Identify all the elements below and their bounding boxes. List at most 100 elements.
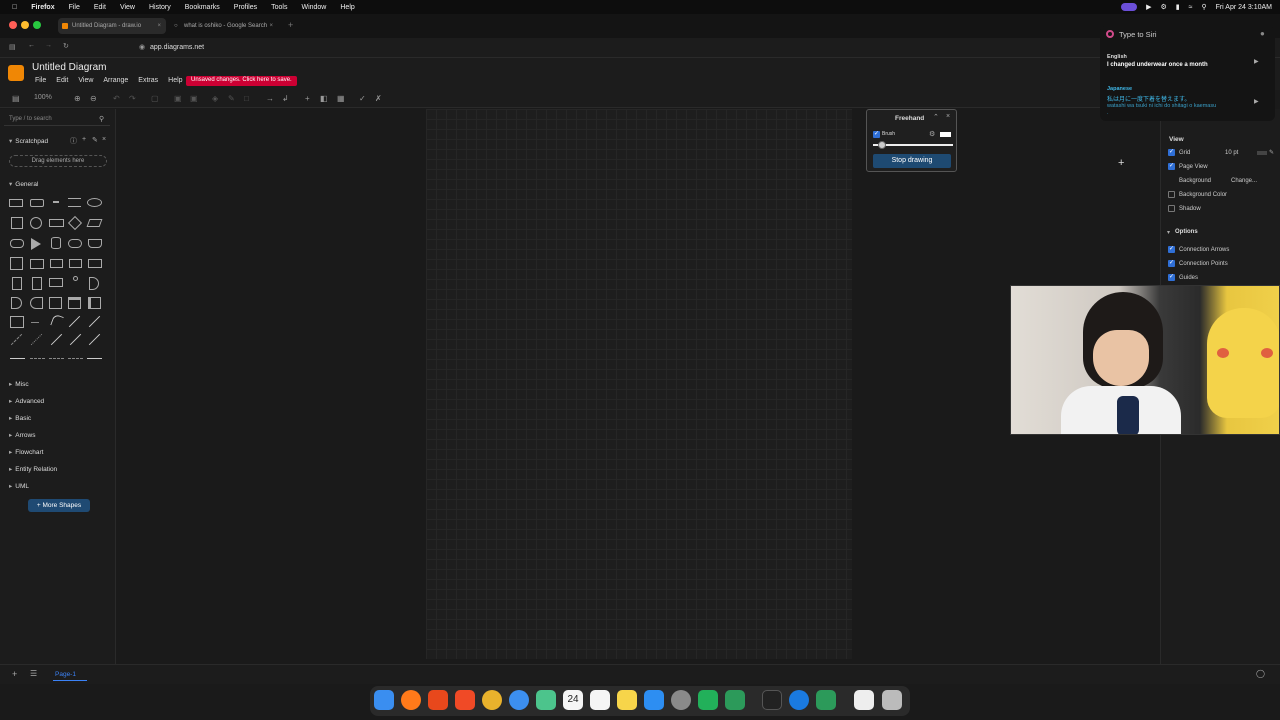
grid-color-swatch[interactable] bbox=[1257, 151, 1267, 155]
grid-size-input[interactable]: 10 pt bbox=[1225, 150, 1238, 156]
menu-view[interactable]: View bbox=[78, 77, 93, 84]
reload-icon[interactable]: ↻ bbox=[63, 42, 69, 50]
sidebar-section-advanced[interactable]: ▸ Advanced bbox=[9, 397, 44, 405]
calendar-icon[interactable]: 24 bbox=[563, 690, 583, 710]
play-icon[interactable]: ▶ bbox=[1254, 98, 1259, 105]
shapes-icon[interactable]: ◧ bbox=[320, 94, 328, 103]
table-icon[interactable]: ▦ bbox=[337, 94, 345, 103]
siri-input[interactable]: Type to Siri bbox=[1119, 30, 1157, 39]
callout-shape[interactable] bbox=[49, 278, 63, 287]
container-shape[interactable] bbox=[49, 297, 62, 309]
ios-app-icon[interactable] bbox=[428, 690, 448, 710]
textbox-shape[interactable] bbox=[68, 198, 81, 207]
dotted-line-shape[interactable] bbox=[30, 333, 43, 346]
tape-shape[interactable] bbox=[88, 259, 102, 268]
play-icon[interactable]: ▶ bbox=[1254, 58, 1259, 65]
battery-icon[interactable]: ▮ bbox=[1176, 3, 1180, 11]
diagram-page[interactable] bbox=[426, 109, 852, 659]
pencil-icon[interactable]: ✎ bbox=[1269, 149, 1274, 156]
list-item-shape[interactable] bbox=[31, 322, 39, 323]
menubar-bookmarks[interactable]: Bookmarks bbox=[185, 4, 220, 11]
brush-checkbox[interactable]: ✓ bbox=[873, 131, 880, 138]
square-shape[interactable] bbox=[11, 217, 23, 229]
tab-google[interactable]: ○ what is oshiko - Google Search × bbox=[170, 18, 278, 34]
minimize-window-button[interactable] bbox=[21, 21, 29, 29]
sidebar-section-entity-relation[interactable]: ▸ Entity Relation bbox=[9, 465, 57, 473]
shape-search-input[interactable]: Type / to search bbox=[4, 114, 110, 126]
menubar-app-name[interactable]: Firefox bbox=[31, 4, 54, 11]
freehand-icon[interactable]: ✓ bbox=[359, 94, 366, 103]
triangle-shape[interactable] bbox=[31, 238, 41, 250]
forward-icon[interactable]: → bbox=[45, 42, 52, 49]
menu-arrange[interactable]: Arrange bbox=[103, 77, 128, 84]
list-shape[interactable] bbox=[10, 316, 24, 328]
curve-shape[interactable] bbox=[50, 313, 64, 329]
document-shape[interactable] bbox=[88, 239, 102, 248]
close-icon[interactable]: × bbox=[102, 136, 106, 143]
pages-menu-icon[interactable]: ☰ bbox=[30, 669, 37, 678]
chevron-down-icon[interactable]: ▾ bbox=[1167, 229, 1170, 236]
system-settings-icon[interactable] bbox=[671, 690, 691, 710]
browser-app-icon[interactable] bbox=[789, 690, 809, 710]
arrow-shape[interactable] bbox=[88, 315, 101, 328]
insert-icon[interactable]: + bbox=[305, 94, 310, 103]
sidebar-section-flowchart[interactable]: ▸ Flowchart bbox=[9, 448, 43, 456]
background-color-checkbox[interactable] bbox=[1168, 191, 1175, 198]
close-window-button[interactable] bbox=[9, 21, 17, 29]
new-tab-icon[interactable]: + bbox=[288, 20, 293, 30]
undo-icon[interactable]: ↶ bbox=[113, 94, 120, 103]
process-shape[interactable] bbox=[49, 219, 64, 227]
menubar-edit[interactable]: Edit bbox=[94, 4, 106, 11]
connection-arrows-checkbox[interactable]: ✓ bbox=[1168, 246, 1175, 253]
add-icon[interactable]: + bbox=[82, 136, 86, 143]
menu-help[interactable]: Help bbox=[168, 77, 182, 84]
gear-icon[interactable]: ⚙ bbox=[1160, 3, 1166, 11]
brave-icon[interactable] bbox=[455, 690, 475, 710]
format-panel-icon[interactable]: ▤ bbox=[12, 94, 20, 103]
diagram-title[interactable]: Untitled Diagram bbox=[32, 62, 106, 73]
to-front-icon[interactable]: ▣ bbox=[174, 94, 182, 103]
sidebar-section-basic[interactable]: ▸ Basic bbox=[9, 414, 31, 422]
brush-color-swatch[interactable] bbox=[940, 132, 951, 137]
link-shape[interactable] bbox=[10, 358, 25, 359]
help-icon[interactable]: ⓘ bbox=[70, 136, 77, 146]
dashed-line-shape[interactable] bbox=[10, 333, 23, 346]
sidebar-section-misc[interactable]: ▸ Misc bbox=[9, 380, 29, 388]
slider-thumb[interactable] bbox=[878, 141, 886, 149]
internal-storage-shape[interactable] bbox=[10, 257, 23, 270]
search-icon[interactable]: ⚲ bbox=[1201, 3, 1206, 11]
step-shape[interactable] bbox=[50, 259, 63, 268]
change-background-button[interactable]: Change... bbox=[1231, 178, 1257, 184]
vim-alt-icon[interactable] bbox=[816, 690, 836, 710]
media-icon[interactable]: ▶ bbox=[1146, 3, 1151, 11]
container-titled-shape[interactable] bbox=[68, 297, 81, 309]
diagram-canvas[interactable] bbox=[117, 109, 1160, 664]
settings-icon[interactable]: ⚙ bbox=[929, 130, 935, 138]
connection-icon[interactable]: → bbox=[266, 94, 274, 103]
bidirectional-arrow-shape[interactable] bbox=[68, 315, 81, 328]
connector-shape[interactable] bbox=[68, 358, 83, 359]
hexagon-shape[interactable] bbox=[10, 239, 24, 248]
firefox-icon[interactable] bbox=[401, 690, 421, 710]
more-shapes-button[interactable]: + More Shapes bbox=[28, 499, 90, 512]
close-tab-icon[interactable]: × bbox=[157, 23, 161, 29]
scratchpad-header[interactable]: ▾ Scratchpad bbox=[9, 137, 48, 145]
directional-arrow-shape[interactable] bbox=[88, 333, 101, 346]
shadow-icon[interactable]: □ bbox=[244, 94, 249, 103]
microphone-icon[interactable]: ● bbox=[1260, 29, 1265, 38]
close-icon[interactable]: × bbox=[946, 113, 950, 120]
cloud-shape[interactable] bbox=[68, 239, 82, 248]
grid-checkbox[interactable]: ✓ bbox=[1168, 149, 1175, 156]
trash-icon[interactable] bbox=[882, 690, 902, 710]
activity-monitor-icon[interactable] bbox=[762, 690, 782, 710]
github-icon[interactable]: ◯ bbox=[1256, 669, 1265, 678]
menu-extras[interactable]: Extras bbox=[138, 77, 158, 84]
cube-shape[interactable] bbox=[30, 259, 44, 269]
text-shape[interactable] bbox=[53, 201, 59, 203]
menubar-history[interactable]: History bbox=[149, 4, 171, 11]
general-header[interactable]: ▾ General bbox=[9, 180, 38, 188]
link-dashed-shape[interactable] bbox=[30, 358, 45, 359]
photos-icon[interactable] bbox=[536, 690, 556, 710]
cylinder-shape[interactable] bbox=[51, 237, 61, 249]
menubar-profiles[interactable]: Profiles bbox=[234, 4, 257, 11]
